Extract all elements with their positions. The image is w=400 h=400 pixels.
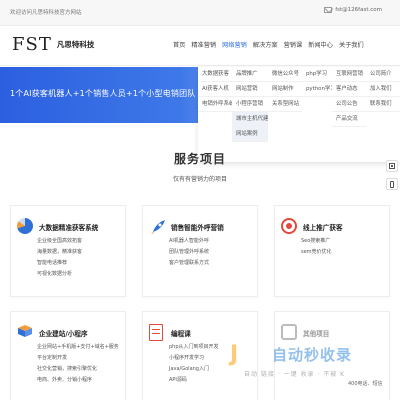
welcome-text: 欢迎访问凡思特科技官方网站 xyxy=(10,10,82,16)
card-header: 大数据精准获客系统 xyxy=(17,218,98,236)
card-header: 编程课 xyxy=(149,324,191,342)
target-icon xyxy=(281,218,299,236)
service-card-big-data[interactable]: 大数据精准获客系统 企业级全国高效拓客 海量数据，精准获客 智能电话推荐 可视化… xyxy=(10,205,126,297)
card-header: 销售智能外呼营销 xyxy=(149,218,224,236)
dropdown-item[interactable]: AI获客人机 xyxy=(198,82,232,97)
services-subtitle: 仅有有营销力的项目 xyxy=(172,176,227,183)
watermark-logo: J xyxy=(230,342,239,367)
dropdown-item[interactable]: 电销外呼系统 xyxy=(198,97,232,112)
dropdown-col-about: 公司简介 加入我们 联系我们 xyxy=(366,67,400,112)
watermark-title: 自动秒收录 xyxy=(272,346,353,364)
card-feature: 可视化数据分析 xyxy=(37,271,73,277)
nav-online-marketing[interactable]: 网络营销 xyxy=(219,40,250,49)
dropdown-col-online: 品牌推广 网站营销 小程序营销 城市主机代建 网站案例 xyxy=(232,67,268,142)
qr-code-button[interactable] xyxy=(386,160,398,172)
watermark-subtitle: 自动 链接 · 一键 收录 · 不被 K xyxy=(244,371,346,378)
card-feature: 平台定制开发 xyxy=(37,355,68,361)
card-feature: 小程序开发学习 xyxy=(169,355,205,361)
phone-button[interactable] xyxy=(386,178,398,190)
card-header: 线上推广获客 xyxy=(281,218,343,236)
card-feature: 客户管理联系方式 xyxy=(169,260,210,266)
dropdown-item[interactable]: 城市主机代建 xyxy=(232,112,268,127)
top-bar: 欢迎访问凡思特科技官方网站 fst@126fast.com xyxy=(0,0,400,26)
card-title: 编程课 xyxy=(171,330,191,338)
dropdown-item[interactable]: python学习 xyxy=(302,82,332,97)
card-feature: sem竞价优化 xyxy=(301,249,332,255)
dropdown-item[interactable]: 联系我们 xyxy=(366,97,400,112)
dropdown-item[interactable]: 网站营销 xyxy=(232,82,268,97)
main-nav: 首页 精准营销 网络营销 解决方案 营销课 新闻中心 关于我们 xyxy=(170,40,367,49)
dropdown-item[interactable]: php学习 xyxy=(302,67,332,82)
service-card-website-miniprogram[interactable]: 企业建站/小程序 企业网站+手机版+支付+域名+服务 平台定制开发 社交化营销，… xyxy=(10,311,126,400)
dropdown-item[interactable]: 网站制作 xyxy=(268,82,302,97)
service-card-online-promotion[interactable]: 线上推广获客 Seo搜索推广 sem竞价优化 xyxy=(274,205,390,297)
card-feature: 智能电话推荐 xyxy=(37,260,68,266)
card-features: 企业级全国高效拓客 海量数据，精准获客 智能电话推荐 可视化数据分析 xyxy=(37,236,82,280)
card-features: Seo搜索推广 sem竞价优化 xyxy=(301,236,332,258)
dropdown-item[interactable]: 公司简介 xyxy=(366,67,400,82)
cube-icon xyxy=(17,324,35,342)
logo[interactable]: FST 凡思特科技 xyxy=(12,34,94,55)
dropdown-col-precision: 大数据获客 AI获客人机 电销外呼系统 xyxy=(198,67,232,112)
services-title: 服务项目 xyxy=(173,152,226,166)
nav-precision-marketing[interactable]: 精准营销 xyxy=(188,40,219,49)
card-title: 其他项目 xyxy=(303,330,330,338)
dropdown-item[interactable]: 大数据获客 xyxy=(198,67,232,82)
dropdown-item[interactable]: 关系型网站 xyxy=(268,97,302,112)
logo-mark: FST xyxy=(12,34,52,55)
card-title: 销售智能外呼营销 xyxy=(171,224,224,232)
nav-news[interactable]: 新闻中心 xyxy=(305,40,336,49)
service-card-outbound-calls[interactable]: 销售智能外呼营销 AI机器人智能外呼 团队管理外呼系统 客户管理联系方式 xyxy=(142,205,258,297)
dropdown-item[interactable]: 品牌推广 xyxy=(232,67,268,82)
email-text[interactable]: fst@126fast.com xyxy=(335,7,382,13)
card-header: 企业建站/小程序 xyxy=(17,324,88,342)
qr-code-icon xyxy=(389,163,395,169)
dropdown-col-news: 互联网营销 客户动态 公司公告 产品交流 xyxy=(332,67,366,127)
watermark-overlay: J 自动秒收录 自动 链接 · 一键 收录 · 不被 K 400电话、短信 xyxy=(230,340,400,400)
dropdown-item[interactable]: 公司公告 xyxy=(332,97,366,112)
dropdown-item[interactable]: 加入我们 xyxy=(366,82,400,97)
phone-icon xyxy=(390,180,394,188)
mail-icon xyxy=(324,7,333,13)
pie-chart-icon xyxy=(17,218,35,236)
dropdown-item[interactable]: 小程序营销 xyxy=(232,97,268,112)
card-feature: Seo搜索推广 xyxy=(301,238,331,244)
dropdown-item[interactable]: 客户动态 xyxy=(332,82,366,97)
dropdown-col-solutions: 微信公众号 网站制作 关系型网站 xyxy=(268,67,302,112)
nav-about[interactable]: 关于我们 xyxy=(336,40,367,49)
watermark-note: 400电话、短信 xyxy=(348,381,383,387)
dropdown-item[interactable]: 微信公众号 xyxy=(268,67,302,82)
rocket-icon xyxy=(149,218,167,236)
card-feature: API源码 xyxy=(169,377,187,383)
card-feature: 电商、外卖、分销小程序 xyxy=(37,377,93,383)
card-features: php从入门到项目开发 小程序开发学习 Java/Golang入门 API源码 xyxy=(169,342,219,386)
card-title: 企业建站/小程序 xyxy=(39,330,88,338)
card-feature: 团队管理外呼系统 xyxy=(169,249,210,255)
card-feature: Java/Golang入门 xyxy=(169,366,209,372)
card-title: 大数据精准获客系统 xyxy=(39,224,99,232)
card-feature: 企业级全国高效拓客 xyxy=(37,238,83,244)
card-feature: AI机器人智能外呼 xyxy=(169,238,209,244)
dropdown-item[interactable]: 互联网营销 xyxy=(332,67,366,82)
contact-email[interactable]: fst@126fast.com xyxy=(324,7,382,13)
nav-courses[interactable]: 营销课 xyxy=(281,40,306,49)
dropdown-col-courses: php学习 python学习 xyxy=(302,67,332,97)
card-features: AI机器人智能外呼 团队管理外呼系统 客户管理联系方式 xyxy=(169,236,209,269)
dropdown-item[interactable]: 网站案例 xyxy=(232,127,268,142)
nav-dropdown-menu: 大数据获客 AI获客人机 电销外呼系统 品牌推广 网站营销 小程序营销 城市主机… xyxy=(198,67,400,162)
card-title: 线上推广获客 xyxy=(303,224,343,232)
logo-text: 凡思特科技 xyxy=(56,40,95,49)
nav-solutions[interactable]: 解决方案 xyxy=(250,40,281,49)
nav-home[interactable]: 首页 xyxy=(170,40,188,49)
card-features: 企业网站+手机版+支付+域名+服务 平台定制开发 社交化营销，搜索引擎优化 电商… xyxy=(37,342,119,386)
banner-headline: 1个AI获客机器人+1个销售人员+1个小型电销团队 xyxy=(10,89,196,98)
card-feature: 海量数据，精准获客 xyxy=(37,249,83,255)
site-header: FST 凡思特科技 首页 精准营销 网络营销 解决方案 营销课 新闻中心 关于我… xyxy=(0,26,400,66)
card-feature: 社交化营销，搜索引擎优化 xyxy=(37,366,98,372)
document-icon xyxy=(149,324,167,342)
card-feature: 企业网站+手机版+支付+域名+服务 xyxy=(37,344,119,350)
card-feature: php从入门到项目开发 xyxy=(169,344,219,350)
dropdown-item[interactable]: 产品交流 xyxy=(332,112,366,127)
